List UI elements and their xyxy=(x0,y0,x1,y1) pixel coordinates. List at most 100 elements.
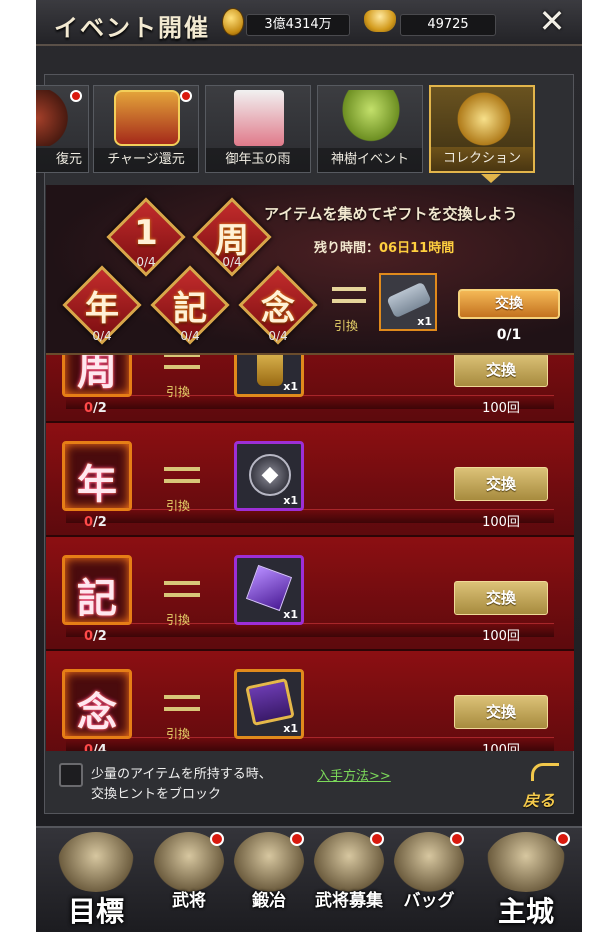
tab-label: 御年玉の雨 xyxy=(206,148,310,172)
char-count: 0/4 xyxy=(180,329,200,343)
active-tab-indicator xyxy=(481,174,501,183)
reward-qty: x1 xyxy=(283,722,298,735)
scroll-icon xyxy=(451,91,517,147)
count-have: 0 xyxy=(84,629,94,644)
exchange-limit: 100回 xyxy=(482,401,520,416)
item-slot[interactable]: 念 xyxy=(62,669,132,739)
close-button[interactable]: ✕ xyxy=(532,4,572,40)
back-button[interactable]: 戻る xyxy=(523,787,555,811)
tab-restore[interactable]: 復元 xyxy=(36,85,89,173)
restore-icon xyxy=(36,90,70,146)
castle-icon xyxy=(486,832,566,892)
char-ki: 記 xyxy=(173,289,207,329)
event-window: イベント開催 3億4314万 49725 ✕ 復元 チャージ還元 御年玉の雨 神… xyxy=(36,0,582,932)
reward-slot[interactable]: ◆ x1 xyxy=(234,441,304,511)
notification-dot xyxy=(180,90,192,102)
tab-new-year-money[interactable]: 御年玉の雨 xyxy=(205,85,311,173)
reward-qty: x1 xyxy=(283,494,298,507)
char-count: 0/4 xyxy=(222,255,242,269)
list-item: 念 0/4 引換 x1 交換 100回 xyxy=(46,651,574,751)
exchange-label: 引換 xyxy=(166,727,191,741)
item-count: 0/2 xyxy=(84,515,107,530)
exchange-limit: 100回 xyxy=(482,515,520,530)
item-slot[interactable]: 年 xyxy=(62,441,132,511)
time-label: 残り時間： xyxy=(314,241,380,256)
notification-dot xyxy=(370,832,384,846)
reward-qty: x1 xyxy=(283,380,298,393)
item-count: 0/2 xyxy=(84,629,107,644)
nav-label: 鍛冶 xyxy=(252,891,286,911)
reward-slot[interactable]: x1 xyxy=(234,555,304,625)
window-title: イベント開催 xyxy=(54,14,210,42)
tab-label: チャージ還元 xyxy=(94,148,198,172)
nav-label: 主城 xyxy=(497,895,554,928)
gold-coin-icon xyxy=(222,8,244,36)
tab-sacred-tree[interactable]: 神樹イベント xyxy=(317,85,423,173)
exchange-limit: 100回 xyxy=(482,629,520,644)
exchange-label: 引換 xyxy=(166,613,191,627)
equals-sign xyxy=(164,581,200,597)
list-item: 年 0/2 引換 ◆ x1 交換 100回 xyxy=(46,423,574,537)
how-to-obtain-link[interactable]: 入手方法>> xyxy=(317,765,391,784)
bottom-nav: 目標 武将 鍛冶 武将募集 バッグ 主城 xyxy=(36,826,582,932)
tab-charge-return[interactable]: チャージ還元 xyxy=(93,85,199,173)
count-have: 0 xyxy=(84,743,94,751)
back-arrow-icon[interactable] xyxy=(531,763,559,781)
header-bar: イベント開催 3億4314万 49725 ✕ xyxy=(36,0,582,46)
tab-collection[interactable]: コレクション xyxy=(429,85,535,173)
char-count: 0/4 xyxy=(136,255,156,269)
collection-banner: 1 0/4 周 0/4 年 0/4 記 0/4 念 0/4 アイテムを集めてギフ… xyxy=(46,185,574,355)
tab-label: 神樹イベント xyxy=(318,148,422,172)
list-item: 記 0/2 引換 x1 交換 100回 xyxy=(46,537,574,651)
lion-statue-icon xyxy=(58,832,134,892)
tab-label: 復元 xyxy=(36,148,88,172)
equals-sign xyxy=(164,467,200,483)
gold-amount: 3億4314万 xyxy=(246,14,350,36)
gold-ingot-icon xyxy=(364,10,396,32)
char-nen2: 念 xyxy=(261,289,295,329)
sacred-tree-icon xyxy=(338,90,404,146)
exchange-button[interactable]: 交換 xyxy=(454,695,548,729)
collection-panel: 復元 チャージ還元 御年玉の雨 神樹イベント コレクション 1 0/4 周 0/… xyxy=(36,74,574,814)
reward-slot[interactable]: x1 xyxy=(234,669,304,739)
exchange-button[interactable]: 交換 xyxy=(458,289,560,319)
exchange-button[interactable]: 交換 xyxy=(454,581,548,615)
item-char: 年 xyxy=(77,462,117,508)
exchange-button[interactable]: 交換 xyxy=(454,353,548,387)
char-1: 1 xyxy=(134,213,158,253)
block-hint-checkbox[interactable] xyxy=(59,763,83,787)
notification-dot xyxy=(210,832,224,846)
block-hint-label: 少量のアイテムを所持する時、 交換ヒントをブロック xyxy=(91,765,272,805)
equals-sign xyxy=(332,287,366,303)
scroll-icon xyxy=(386,281,432,319)
nav-label: バッグ xyxy=(403,891,455,911)
item-slot[interactable]: 記 xyxy=(62,555,132,625)
item-char: 記 xyxy=(77,576,117,622)
exchange-label: 引換 xyxy=(334,319,359,333)
char-nen: 年 xyxy=(85,289,119,329)
time-value: 06日11時間 xyxy=(379,241,455,256)
purple-gem-icon xyxy=(245,564,293,612)
exchange-list[interactable]: 周 0/2 引換 x1 交換 100回 年 0/2 引換 ◆ x1 交換 100… xyxy=(46,321,574,751)
count-have: 0 xyxy=(84,401,94,416)
reward-qty: x1 xyxy=(283,608,298,621)
count-need: /2 xyxy=(93,515,107,530)
item-char: 念 xyxy=(77,690,117,736)
exchange-button[interactable]: 交換 xyxy=(454,467,548,501)
count-need: /2 xyxy=(93,401,107,416)
nav-label: 武将 xyxy=(172,891,206,911)
item-count: 0/2 xyxy=(84,401,107,416)
notification-dot xyxy=(450,832,464,846)
nav-label: 武将募集 xyxy=(315,891,383,911)
count-need: /4 xyxy=(93,743,107,751)
char-count: 0/4 xyxy=(92,329,112,343)
red-envelope-icon xyxy=(234,90,284,146)
rank-chevron-icon: ◆ xyxy=(249,454,291,496)
exchange-label: 引換 xyxy=(166,499,191,513)
reward-slot[interactable]: x1 xyxy=(379,273,437,331)
exchange-label: 引換 xyxy=(166,385,191,399)
equals-sign xyxy=(164,695,200,711)
remaining-time: 残り時間：06日11時間 xyxy=(314,237,454,256)
reward-qty: x1 xyxy=(417,315,432,328)
count-have: 0 xyxy=(84,515,94,530)
